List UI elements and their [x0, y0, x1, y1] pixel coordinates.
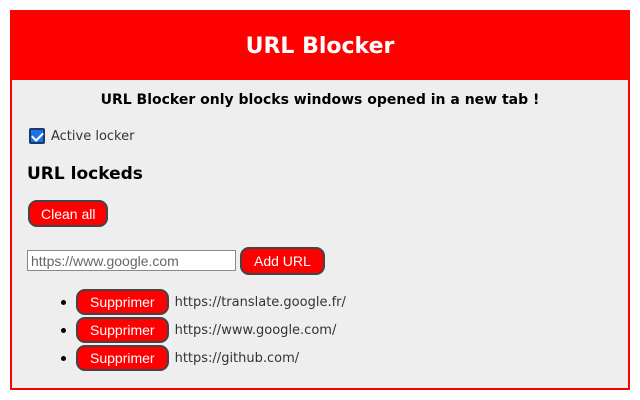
- active-locker-checkbox[interactable]: [29, 128, 45, 144]
- app-title: URL Blocker: [245, 33, 395, 59]
- delete-button[interactable]: Supprimer: [76, 289, 169, 315]
- url-text: https://github.com/: [174, 350, 300, 366]
- list-item: Supprimer https://github.com/: [61, 344, 346, 372]
- delete-button[interactable]: Supprimer: [76, 317, 169, 343]
- active-locker-row[interactable]: Active locker: [29, 128, 134, 144]
- url-input[interactable]: [27, 250, 236, 271]
- delete-button[interactable]: Supprimer: [76, 345, 169, 371]
- url-text: https://translate.google.fr/: [174, 294, 346, 310]
- url-blocker-popup: URL Blocker URL Blocker only blocks wind…: [10, 10, 630, 390]
- header: URL Blocker: [12, 12, 628, 80]
- url-list: Supprimer https://translate.google.fr/ S…: [12, 288, 346, 372]
- notice-text: URL Blocker only blocks windows opened i…: [100, 92, 540, 108]
- section-title: URL lockeds: [27, 164, 143, 184]
- bullet-icon: [61, 356, 66, 361]
- url-text: https://www.google.com/: [174, 322, 337, 338]
- list-item: Supprimer https://www.google.com/: [61, 316, 346, 344]
- bullet-icon: [61, 300, 66, 305]
- add-url-button[interactable]: Add URL: [240, 247, 325, 275]
- list-item: Supprimer https://translate.google.fr/: [61, 288, 346, 316]
- clean-all-button[interactable]: Clean all: [28, 200, 109, 227]
- active-locker-label: Active locker: [51, 128, 135, 144]
- bullet-icon: [61, 328, 66, 333]
